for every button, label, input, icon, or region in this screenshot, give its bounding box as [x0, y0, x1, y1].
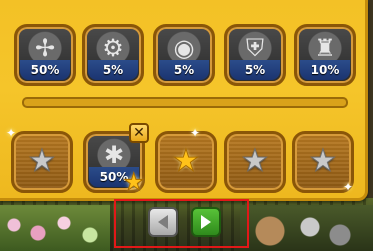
collection-item-globe[interactable]: ◉ 5% [153, 24, 215, 86]
reward-slot-1[interactable]: ★ [11, 131, 73, 193]
collection-item-armor[interactable]: ⛨ 5% [224, 24, 286, 86]
star-icon: ★ [241, 143, 269, 179]
spider-icon: ✱ [103, 141, 125, 169]
item-percent: 10% [300, 60, 350, 80]
castle-icon: ♜ [314, 34, 336, 62]
item-percent: 5% [88, 60, 138, 80]
gold-star-badge-icon: ★ [123, 168, 145, 197]
collection-item-castle[interactable]: ♜ 10% [294, 24, 356, 86]
divider-bar [22, 97, 348, 108]
item-percent: 5% [230, 60, 280, 80]
background-decorations [240, 205, 373, 251]
item-percent: 50% [20, 60, 70, 80]
sparkle-icon: ✦ [343, 180, 354, 194]
item-percent: 5% [159, 60, 209, 80]
prev-page-button[interactable] [148, 207, 178, 237]
windmill-icon: ✢ [34, 34, 56, 62]
sparkle-icon: ✦ [6, 126, 17, 140]
background-flowers [0, 205, 110, 251]
close-button[interactable]: ✕ [129, 123, 149, 143]
nav-highlight-frame [114, 199, 249, 248]
collection-item-robot[interactable]: ⚙ 5% [82, 24, 144, 86]
next-page-button[interactable] [191, 207, 221, 237]
sparkle-icon: ✦ [190, 126, 201, 140]
snow-globe-icon: ◉ [173, 34, 195, 62]
star-icon: ★ [28, 143, 56, 179]
reward-slot-3[interactable]: ★ [155, 131, 217, 193]
armor-icon: ⛨ [246, 34, 264, 62]
robot-icon: ⚙ [102, 34, 124, 62]
star-icon: ★ [172, 143, 200, 179]
reward-slot-4[interactable]: ★ [224, 131, 286, 193]
collection-panel: ✢ 50% ⚙ 5% ◉ 5% ⛨ 5% ♜ 10% ★ ✱ 50% ★ ★ ★… [0, 0, 368, 201]
collection-item-windmill[interactable]: ✢ 50% [14, 24, 76, 86]
arrow-right-icon [201, 215, 211, 229]
star-icon: ★ [309, 143, 337, 179]
arrow-left-icon [158, 215, 168, 229]
